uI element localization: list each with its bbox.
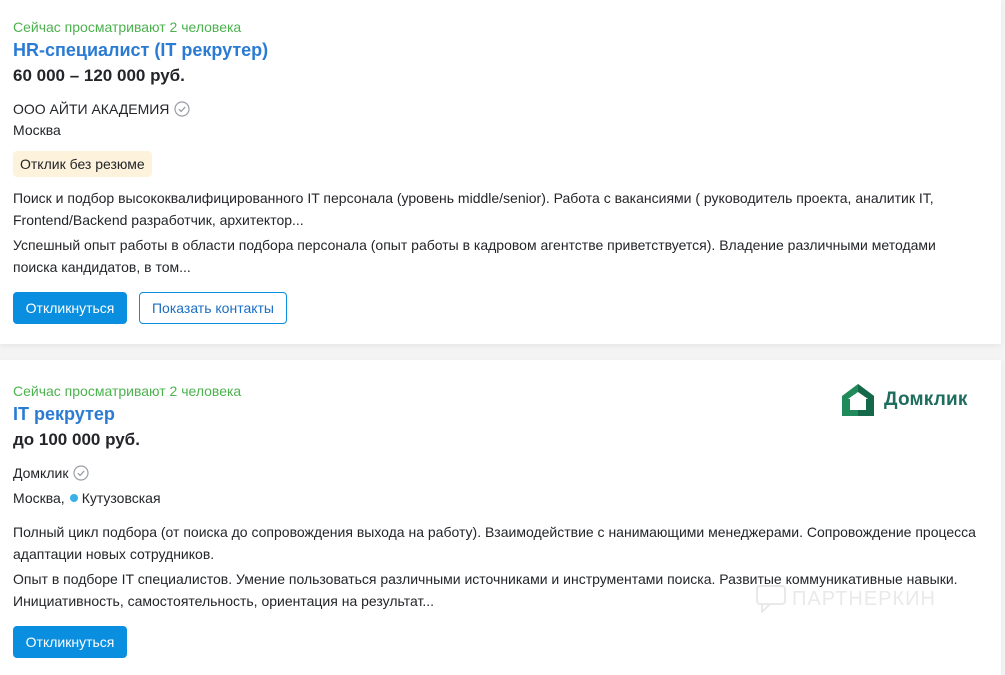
metro-line-icon xyxy=(69,494,78,502)
vacancy-salary: 60 000 – 120 000 руб. xyxy=(13,66,185,85)
vacancy-title-link[interactable]: HR-специалист (IT рекрутер) xyxy=(13,40,268,61)
employer-row: Домклик xyxy=(13,465,90,481)
vacancy-responsibilities: Поиск и подбор высококвалифицированного … xyxy=(13,190,934,228)
logo-text: Домклик xyxy=(884,389,968,410)
no-resume-badge: Отклик без резюме xyxy=(13,151,152,177)
watermark: ПАРТНЕРКИН xyxy=(756,585,936,613)
employer-row: ООО АЙТИ АКАДЕМИЯ xyxy=(13,101,191,117)
city: Москва xyxy=(13,122,61,138)
location: Москва, Кутузовская xyxy=(13,490,161,506)
verified-check-icon xyxy=(174,101,191,117)
location: Москва xyxy=(13,122,61,138)
watermark-text: ПАРТНЕРКИН xyxy=(792,587,936,610)
employer-name-link[interactable]: ООО АЙТИ АКАДЕМИЯ xyxy=(13,101,169,117)
viewers-count: Сейчас просматривают 2 человека xyxy=(13,383,242,399)
verified-check-icon xyxy=(73,465,90,481)
vacancy-salary: до 100 000 руб. xyxy=(13,430,140,449)
metro-station: Кутузовская xyxy=(81,490,161,506)
respond-button[interactable]: Откликнуться xyxy=(13,626,127,658)
domclick-house-icon xyxy=(842,384,874,416)
vacancy-requirements: Успешный опыт работы в области подбора п… xyxy=(13,237,936,275)
city: Москва, xyxy=(13,490,65,506)
vacancy-card: Сейчас просматривают 2 человека HR-специ… xyxy=(0,0,1001,344)
show-contacts-button[interactable]: Показать контакты xyxy=(139,292,287,324)
vacancy-responsibilities: Полный цикл подбора (от поиска до сопров… xyxy=(13,524,976,562)
employer-logo[interactable]: Домклик xyxy=(840,382,968,418)
vacancy-list: Сейчас просматривают 2 человека HR-специ… xyxy=(0,0,1005,675)
respond-button[interactable]: Откликнуться xyxy=(13,292,127,324)
vacancy-card: Сейчас просматривают 2 человека IT рекру… xyxy=(0,360,1001,675)
vacancy-title-link[interactable]: IT рекрутер xyxy=(13,404,115,425)
employer-name-link[interactable]: Домклик xyxy=(13,465,68,481)
viewers-count: Сейчас просматривают 2 человека xyxy=(13,19,242,35)
chat-bubble-icon xyxy=(756,585,786,613)
